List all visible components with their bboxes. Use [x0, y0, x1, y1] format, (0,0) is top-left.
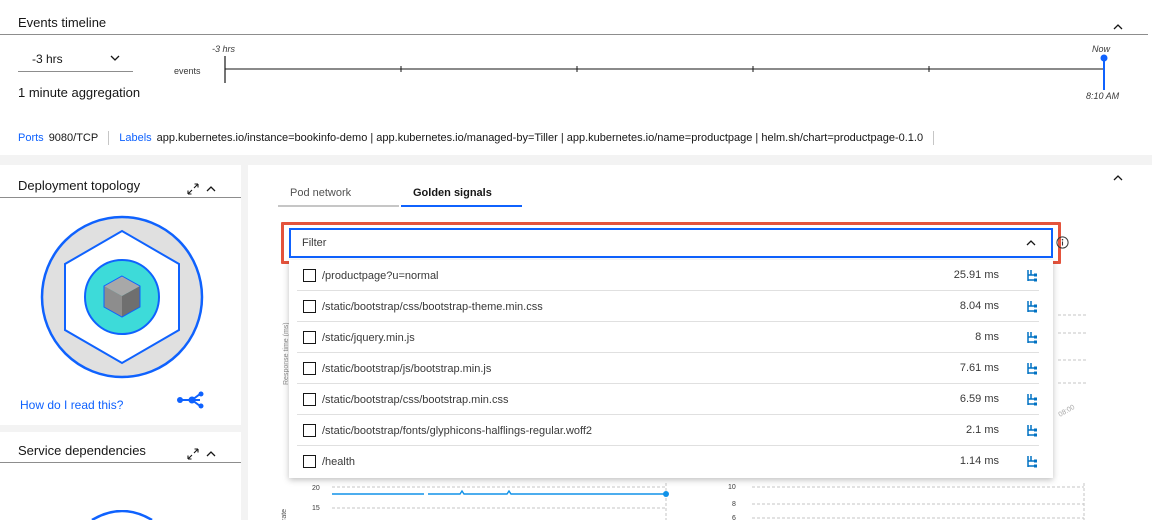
- trace-icon[interactable]: [1026, 393, 1038, 406]
- expand-icon[interactable]: [186, 447, 200, 461]
- left-tick-20: 20: [312, 485, 320, 492]
- endpoint-latency: 2.1 ms: [965, 424, 999, 436]
- endpoint-checkbox[interactable]: [303, 269, 316, 282]
- endpoint-latency: 25.91 ms: [953, 269, 999, 281]
- events-timeline-chart[interactable]: -3 hrs Now events 8:10 AM: [160, 38, 1140, 106]
- collapse-events-icon[interactable]: [1111, 20, 1125, 34]
- endpoint-path: /productpage?u=normal: [322, 270, 439, 282]
- labels-value: app.kubernetes.io/instance=bookinfo-demo…: [156, 132, 924, 144]
- filter-input[interactable]: Filter: [289, 228, 1053, 258]
- peek-time-label: 08:00: [1058, 404, 1076, 419]
- right-tick-8: 8: [732, 501, 736, 508]
- service-dependencies-card: Service dependencies: [0, 432, 241, 520]
- endpoint-option[interactable]: /productpage?u=normal 25.91 ms: [289, 260, 1053, 291]
- trace-icon[interactable]: [1026, 424, 1038, 437]
- trace-icon[interactable]: [1026, 455, 1038, 468]
- deployment-topology-diagram[interactable]: [40, 215, 204, 379]
- timeline-end-label: Now: [1092, 44, 1111, 54]
- endpoint-latency: 7.61 ms: [959, 362, 999, 374]
- topology-legend-icon[interactable]: [176, 390, 206, 410]
- endpoint-checkbox[interactable]: [303, 362, 316, 375]
- dependency-node[interactable]: [90, 510, 154, 520]
- trace-icon[interactable]: [1026, 362, 1038, 375]
- time-range-value: -3 hrs: [32, 52, 63, 66]
- filter-dropdown-list: /productpage?u=normal 25.91 ms /static/b…: [289, 260, 1053, 478]
- dependencies-title: Service dependencies: [18, 443, 146, 458]
- collapse-dependencies-icon[interactable]: [204, 447, 218, 461]
- endpoint-option[interactable]: /static/jquery.min.js 8 ms: [289, 322, 1053, 353]
- endpoint-checkbox[interactable]: [303, 424, 316, 437]
- endpoint-path: /static/bootstrap/js/bootstrap.min.js: [322, 363, 492, 375]
- separator: [933, 131, 935, 145]
- svg-text:rate: rate: [281, 509, 288, 520]
- how-to-read-link[interactable]: How do I read this?: [20, 398, 123, 412]
- tab-golden-signals[interactable]: Golden signals: [413, 187, 492, 199]
- background-chart-left: rate 20 15: [281, 483, 669, 520]
- chevron-down-icon: [110, 55, 120, 61]
- timeline-row-label: events: [174, 66, 201, 76]
- request-rate-point: [663, 491, 669, 497]
- events-divider: [0, 34, 1148, 35]
- ports-value: 9080/TCP: [48, 132, 99, 144]
- endpoint-latency: 8 ms: [975, 331, 999, 343]
- topology-title: Deployment topology: [18, 178, 141, 193]
- endpoint-path: /static/bootstrap/css/bootstrap.min.css: [322, 394, 509, 406]
- deployment-topology-card: Deployment topology How do I read this?: [0, 165, 241, 425]
- endpoint-path: /static/bootstrap/fonts/glyphicons-halfl…: [322, 425, 593, 437]
- filter-placeholder: Filter: [302, 237, 327, 249]
- left-tick-15: 15: [312, 505, 320, 512]
- endpoint-option[interactable]: /static/bootstrap/js/bootstrap.min.js 7.…: [289, 353, 1053, 384]
- info-icon[interactable]: [1056, 236, 1069, 249]
- aggregation-label: 1 minute aggregation: [18, 85, 141, 100]
- labels-label: Labels: [119, 132, 152, 144]
- obscured-metadata-row: [18, 109, 1018, 117]
- dependencies-divider: [0, 462, 241, 463]
- endpoint-latency: 8.04 ms: [959, 300, 999, 312]
- timeline-start-label: -3 hrs: [212, 44, 236, 54]
- background-chart-right-top: 08:00: [1058, 314, 1086, 419]
- endpoint-option[interactable]: /static/bootstrap/css/bootstrap-theme.mi…: [289, 291, 1053, 322]
- trace-icon[interactable]: [1026, 300, 1038, 313]
- events-timeline-panel: Events timeline -3 hrs 1 minute aggregat…: [0, 0, 1152, 155]
- collapse-topology-icon[interactable]: [204, 182, 218, 196]
- endpoint-option[interactable]: /health 1.14 ms: [289, 446, 1053, 477]
- endpoint-checkbox[interactable]: [303, 331, 316, 344]
- time-range-select[interactable]: -3 hrs: [18, 44, 133, 72]
- topology-divider: [0, 197, 241, 198]
- trace-icon[interactable]: [1026, 269, 1038, 282]
- service-info-row: Ports 9080/TCP Labels app.kubernetes.io/…: [18, 131, 944, 145]
- endpoint-path: /static/bootstrap/css/bootstrap-theme.mi…: [322, 301, 543, 313]
- right-tick-10: 10: [728, 484, 736, 491]
- background-chart-right: 10 8 6: [728, 483, 1085, 520]
- endpoint-option[interactable]: /static/bootstrap/fonts/glyphicons-halfl…: [289, 415, 1053, 446]
- timeline-now-handle[interactable]: [1100, 54, 1108, 62]
- endpoint-checkbox[interactable]: [303, 393, 316, 406]
- ports-label: Ports: [18, 132, 44, 144]
- separator: [108, 131, 110, 145]
- tab-pod-network-underline: [278, 205, 399, 207]
- endpoint-latency: 1.14 ms: [959, 455, 999, 467]
- events-timeline-title: Events timeline: [18, 15, 107, 30]
- trace-icon[interactable]: [1026, 331, 1038, 344]
- tab-golden-signals-underline: [401, 205, 522, 207]
- request-rate-line: [332, 489, 666, 495]
- tab-pod-network[interactable]: Pod network: [290, 187, 351, 199]
- endpoint-path: /health: [322, 456, 356, 468]
- timeline-time-label: 8:10 AM: [1086, 91, 1120, 101]
- expand-icon[interactable]: [186, 182, 200, 196]
- golden-signals-panel: Pod network Golden signals Response time…: [248, 165, 1152, 520]
- chevron-up-icon[interactable]: [1026, 238, 1036, 248]
- endpoint-checkbox[interactable]: [303, 300, 316, 313]
- endpoint-path: /static/jquery.min.js: [322, 332, 415, 344]
- collapse-main-icon[interactable]: [1111, 171, 1125, 185]
- endpoint-latency: 6.59 ms: [959, 393, 999, 405]
- endpoint-checkbox[interactable]: [303, 455, 316, 468]
- right-tick-6: 6: [732, 515, 736, 520]
- endpoint-option[interactable]: /static/bootstrap/css/bootstrap.min.css …: [289, 384, 1053, 415]
